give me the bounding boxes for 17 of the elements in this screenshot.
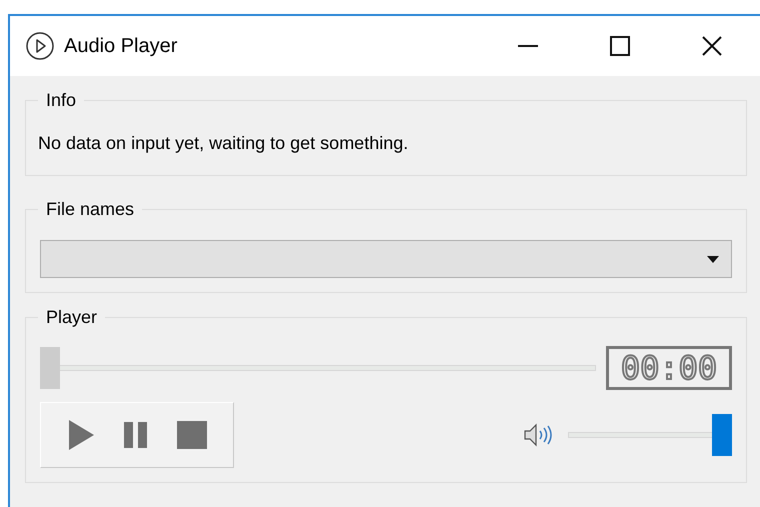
file-dropdown[interactable] [40, 240, 732, 278]
pause-icon [124, 422, 148, 448]
slider[interactable] [40, 347, 596, 389]
info-message: No data on input yet, waiting to get something. [38, 132, 408, 155]
minimize-icon [518, 45, 538, 47]
maximize-icon [610, 36, 630, 56]
pause-button[interactable] [122, 420, 150, 450]
window-title: Audio Player [64, 34, 178, 59]
play-icon [67, 419, 96, 451]
play-circle-icon [26, 32, 54, 60]
slider-thumb[interactable] [712, 414, 732, 456]
caret-icon [707, 256, 719, 262]
stop-icon [176, 421, 207, 449]
time-display: 00:00 [606, 346, 732, 390]
stop-button[interactable] [174, 419, 209, 451]
slider[interactable] [568, 414, 732, 456]
close-icon [702, 36, 722, 56]
